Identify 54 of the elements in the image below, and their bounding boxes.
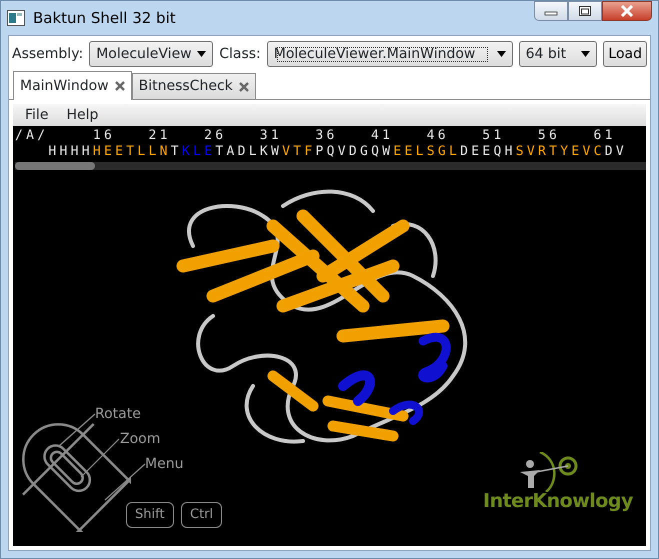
class-label: Class:: [219, 44, 261, 64]
leader-line: [79, 437, 121, 479]
mouse-hint-label: Rotate: [95, 405, 141, 424]
close-tab-icon[interactable]: [114, 81, 125, 91]
menu-item[interactable]: File: [17, 104, 56, 126]
residue-number: 36: [315, 128, 339, 144]
scrollbar[interactable]: [15, 162, 646, 170]
bitness-dropdown[interactable]: 64 bit: [518, 41, 598, 67]
residue-number: 61: [594, 128, 617, 144]
assembly-dropdown[interactable]: MoleculeView: [89, 41, 214, 67]
residue-number: 31: [260, 128, 284, 144]
key-hint: Ctrl: [181, 502, 222, 528]
chain-label: /A/: [15, 128, 48, 144]
close-button[interactable]: [602, 1, 652, 21]
residue-number: 26: [204, 128, 228, 144]
key-hint: Shift: [126, 502, 174, 528]
maximize-button[interactable]: [568, 1, 602, 21]
sequence-segment[interactable]: HEETLLN: [92, 144, 171, 160]
tab[interactable]: BitnessCheck: [132, 73, 256, 99]
leader-line: [103, 462, 147, 502]
residue-number: 56: [538, 128, 562, 144]
sequence-segment[interactable]: TADLKW: [215, 144, 282, 160]
sequence-segment[interactable]: T: [170, 144, 182, 160]
sequence-segment[interactable]: SVRTYEVC: [516, 144, 605, 160]
sequence-segment[interactable]: EELSGL: [393, 144, 460, 160]
sequence-segment[interactable]: VTF: [282, 144, 316, 160]
close-icon: [620, 5, 634, 17]
load-button[interactable]: Load: [603, 41, 647, 67]
dropdown-caret-icon: [197, 51, 206, 57]
app-icon: [7, 10, 25, 26]
dropdown-caret-icon: [496, 51, 506, 57]
residue-number: 46: [426, 128, 450, 144]
leader-line: [57, 412, 97, 448]
archer-logo-icon: [518, 452, 578, 492]
logo-text: InterKnowlogy: [483, 489, 633, 514]
sequence-segment[interactable]: DEEQH: [460, 144, 516, 160]
minimize-button[interactable]: [534, 1, 568, 21]
assembly-label: Assembly:: [12, 44, 84, 64]
sequence-segment[interactable]: DV: [604, 144, 628, 160]
class-dropdown[interactable]: MoleculeViewer.MainWindow: [266, 41, 513, 67]
mouse-hint-label: Zoom: [120, 430, 160, 449]
residue-number: 41: [371, 128, 394, 144]
sequence-segment[interactable]: HHHH: [48, 144, 93, 160]
maximize-icon: [578, 5, 592, 17]
menu-item[interactable]: Help: [58, 104, 106, 126]
tab[interactable]: MainWindow: [13, 71, 132, 100]
sequence-segment[interactable]: PQVDGQW: [315, 144, 394, 160]
mouse-hint-label: Menu: [145, 455, 184, 474]
close-tab-icon[interactable]: [238, 82, 249, 92]
residue-number: 21: [148, 128, 172, 144]
residue-number: 51: [482, 128, 506, 144]
residue-number: 16: [92, 128, 116, 144]
dropdown-caret-icon: [581, 51, 590, 57]
window-title: Baktun Shell 32 bit: [33, 8, 176, 29]
